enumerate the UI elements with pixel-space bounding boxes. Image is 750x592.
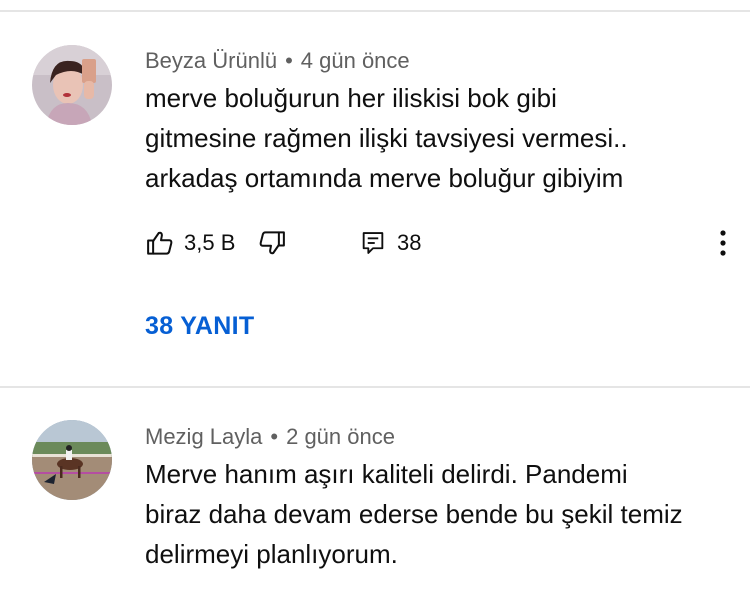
avatar[interactable] (32, 420, 112, 500)
more-button[interactable] (719, 229, 727, 262)
comment-text: Merve hanım aşırı kaliteli delirdi. Pand… (145, 454, 735, 574)
comment-line: arkadaş ortamında merve boluğur gibiyim (145, 163, 624, 193)
like-count: 3,5 B (184, 230, 236, 255)
comment-line: biraz daha devam ederse bende bu şekil t… (145, 499, 683, 529)
dislike-icon (257, 228, 287, 258)
meta-separator: • (285, 48, 293, 73)
comment-2: Mezig Layla • 2 gün önce Merve hanım aşırı… (0, 388, 750, 592)
comment-text: merve boluğurun her iliskisi bok gibi gi… (145, 78, 735, 198)
reply-count: 38 (397, 230, 422, 255)
comment-line: merve boluğurun her iliskisi bok gibi (145, 83, 557, 113)
like-icon (145, 228, 175, 258)
comment-line: gitmesine rağmen ilişki tavsiyesi vermes… (145, 123, 628, 153)
reply-icon (359, 229, 387, 257)
comment-meta: Mezig Layla • 2 gün önce (145, 424, 395, 450)
comment-time[interactable]: 2 gün önce (286, 424, 395, 449)
view-replies-button[interactable]: 38 YANIT (145, 312, 254, 341)
comment-actions: 3,5 B 38 (145, 225, 735, 261)
dislike-button[interactable] (257, 225, 287, 261)
comment-1: Beyza Ürünlü • 4 gün önce merve boluğurun … (0, 0, 750, 385)
more-vert-icon (719, 230, 727, 261)
comment-time[interactable]: 4 gün önce (301, 48, 410, 73)
avatar[interactable] (32, 45, 112, 125)
like-button[interactable]: 3,5 B (145, 225, 235, 261)
author-name[interactable]: Beyza Ürünlü (145, 48, 277, 73)
reply-button[interactable]: 38 (359, 225, 421, 261)
comment-line: delirmeyi planlıyorum. (145, 539, 398, 569)
meta-separator: • (270, 424, 279, 449)
comment-meta: Beyza Ürünlü • 4 gün önce (145, 48, 410, 74)
comment-line: Merve hanım aşırı kaliteli delirdi. Pand… (145, 459, 628, 489)
author-name[interactable]: Mezig Layla (145, 424, 262, 449)
